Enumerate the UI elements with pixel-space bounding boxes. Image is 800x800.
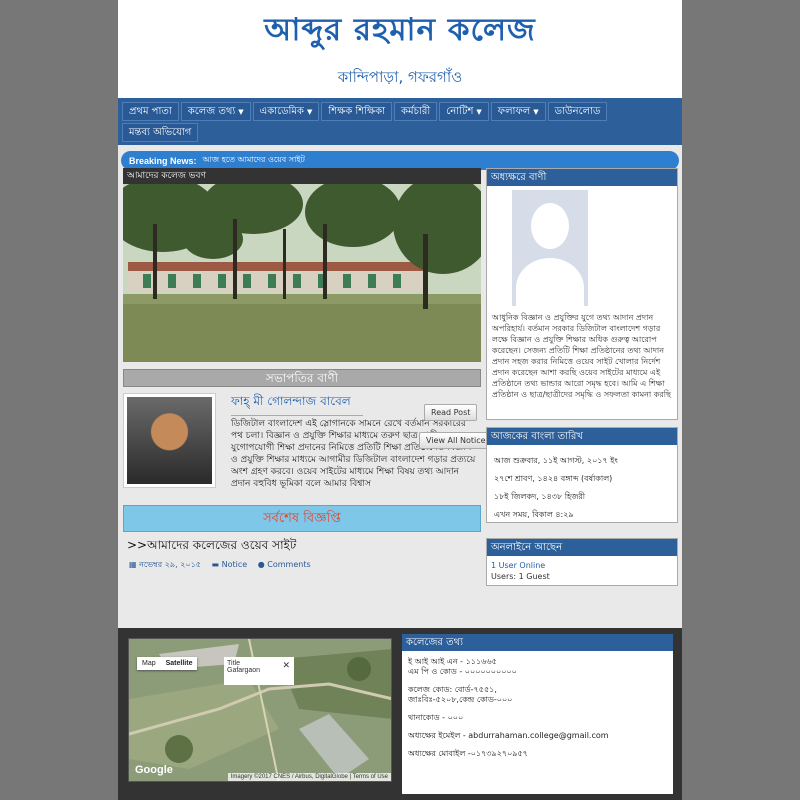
- info-line: ই আই আই এন - ১১১৬৬৫ এম পি ও কোড - ০০০০০০…: [408, 657, 517, 676]
- view-all-notice-button[interactable]: View All Notice: [419, 432, 493, 449]
- info-line: অধ্যক্ষের মোবাইল -০১৭৩৯২৭০৯৫৭: [408, 749, 528, 758]
- notice-category-link[interactable]: Notice: [222, 560, 248, 569]
- site-header: আব্দুর রহমান কলেজ কান্দিপাড়া, গফরগাঁও: [118, 0, 682, 98]
- close-icon[interactable]: ✕: [282, 660, 290, 671]
- date-line: আজ শুক্রবার, ১১ই আগস্ট, ২০১৭ ইং: [494, 456, 618, 465]
- president-text: ডিজিটাল বাংলাদেশ এই স্লোগানকে সামনে রেখে…: [231, 419, 476, 489]
- nav-item[interactable]: ডাউনলোড: [547, 102, 608, 121]
- nav-item-label: প্রথম পাতা: [129, 106, 172, 117]
- nav-item[interactable]: শিক্ষক শিক্ষিকা: [321, 102, 393, 121]
- sidebar: অধ্যক্ষরে বাণী আধুনিক বিজ্ঞান ও প্রযুক্ত…: [486, 168, 678, 586]
- breaking-news-text[interactable]: আজ হতে আমাদের ওয়েব সাইট: [202, 154, 305, 167]
- online-count: 1 User Online: [491, 561, 546, 570]
- nav-item-label: কর্মচারী: [401, 106, 431, 117]
- popup-title: Title: [227, 660, 240, 667]
- notice-date: নভেম্বর ২৯, ২০১৫: [139, 560, 201, 569]
- college-building-photo: [123, 184, 481, 362]
- notice-title-link[interactable]: >>আমাদের কলেজের ওয়েব সাইট: [123, 537, 481, 557]
- calendar-icon: ▦: [129, 560, 140, 569]
- satellite-tab[interactable]: Satellite: [161, 657, 198, 670]
- chevron-down-icon: ▼: [476, 108, 482, 116]
- date-line: ২৭শে শ্রাবণ, ১৪২৪ বঙ্গাব্দ (বর্ষাকাল): [494, 474, 613, 483]
- bangla-date-lines: আজ শুক্রবার, ১১ই আগস্ট, ২০১৭ ইং ২৭শে শ্র…: [487, 445, 677, 521]
- site-subtitle: কান্দিপাড়া, গফরগাঁও: [337, 68, 463, 86]
- date-line: এখন সময়, বিকাল ৪:২৯: [494, 510, 574, 519]
- chevron-down-icon: ▼: [306, 108, 313, 116]
- info-line: অধ্যক্ষের ইমেইল - abdurrahaman.college@g…: [408, 731, 609, 740]
- map-tab[interactable]: Map: [137, 657, 161, 670]
- date-line: ১৮ই জিলকদ, ১৪৩৮ হিজরী: [494, 492, 586, 501]
- online-heading: অনলাইনে আছেন: [487, 539, 677, 556]
- nav-item-label: একাডেমিক: [259, 106, 304, 117]
- nav-item[interactable]: নোটিশ ▼: [439, 102, 489, 121]
- nav-item-label: মন্তব্য অভিযোগ: [129, 127, 192, 138]
- nav-item-label: নোটিশ: [446, 106, 474, 117]
- info-line: থানাকোড - ০০০: [408, 713, 464, 722]
- nav-item[interactable]: একাডেমিক ▼: [252, 102, 320, 121]
- nav-item[interactable]: কলেজ তথ্য ▼: [180, 102, 251, 121]
- footer: Map Satellite Title Gafargaon ✕ Google I…: [118, 628, 682, 800]
- google-logo: Google: [135, 764, 173, 776]
- nav-item-label: শিক্ষক শিক্ষিকা: [328, 106, 386, 117]
- nav-item-label: ডাউনলোড: [554, 106, 601, 117]
- popup-subtitle: Gafargaon: [227, 667, 261, 674]
- nav-item[interactable]: প্রথম পাতা: [122, 102, 179, 121]
- president-heading: সভাপতির বাণী: [123, 369, 481, 387]
- nav-item-label: কলেজ তথ্য: [187, 106, 236, 117]
- college-info-box: কলেজের তথ্য ই আই আই এন - ১১১৬৬৫ এম পি ও …: [402, 634, 673, 794]
- chevron-down-icon: ▼: [238, 108, 244, 116]
- main-nav: প্রথম পাতা কলেজ তথ্য ▼ একাডেমিক ▼ শিক্ষক শিক্…: [118, 98, 682, 145]
- read-post-button[interactable]: Read Post: [424, 404, 478, 421]
- notice-comments-link[interactable]: Comments: [267, 560, 310, 569]
- president-photo: [123, 393, 216, 488]
- bangla-date-box: আজকের বাংলা তারিখ আজ শুক্রবার, ১১ই আগস্ট…: [486, 427, 678, 523]
- main-content: আমাদের কলেজ ভবণ সভাপতির বাণী: [123, 168, 481, 572]
- online-users: Users: 1 Guest: [491, 572, 550, 581]
- map-type-tabs: Map Satellite: [137, 657, 198, 670]
- photo-caption: আমাদের কলেজ ভবণ: [123, 168, 481, 184]
- nav-item[interactable]: কর্মচারী: [394, 102, 438, 121]
- notice-heading: সর্বশেষ বিজ্ঞপ্তি: [123, 505, 481, 532]
- page: আব্দুর রহমান কলেজ কান্দিপাড়া, গফরগাঁও প…: [118, 0, 682, 800]
- principal-text: আধুনিক বিজ্ঞান ও প্রযুক্তির যুগে তথ্য আদ…: [492, 313, 671, 399]
- folder-icon: ▬: [211, 560, 222, 569]
- breaking-news-label: Breaking News:: [129, 155, 197, 166]
- nav-item[interactable]: ফলাফল ▼: [490, 102, 546, 121]
- map-embed[interactable]: Map Satellite Title Gafargaon ✕ Google I…: [128, 638, 392, 782]
- bangla-date-heading: আজকের বাংলা তারিখ: [487, 428, 677, 445]
- nav-item-label: ফলাফল: [497, 106, 531, 117]
- college-info-heading: কলেজের তথ্য: [402, 634, 673, 651]
- map-attribution: Imagery ©2017 CNES / Airbus, DigitalGlob…: [227, 773, 391, 781]
- map-info-popup: Title Gafargaon ✕: [224, 657, 294, 685]
- principal-heading: অধ্যক্ষরে বাণী: [487, 169, 677, 186]
- online-box: অনলাইনে আছেন 1 User Online Users: 1 Gues…: [486, 538, 678, 586]
- principal-box: অধ্যক্ষরে বাণী আধুনিক বিজ্ঞান ও প্রযুক্ত…: [486, 168, 678, 420]
- comment-icon: ●: [257, 560, 268, 569]
- college-info-body: ই আই আই এন - ১১১৬৬৫ এম পি ও কোড - ০০০০০০…: [402, 651, 673, 759]
- info-line: কলেজ কোড: বোর্ড-৭৫৫১, জাঃবিঃ-৫২০৮,কেন্দ্…: [408, 685, 513, 704]
- site-title[interactable]: আব্দুর রহমান কলেজ: [118, 0, 682, 58]
- principal-avatar: [512, 190, 588, 306]
- notice-meta: ▦ নভেম্বর ২৯, ২০১৫ ▬ Notice ● Comments: [123, 559, 481, 572]
- chevron-down-icon: ▼: [533, 108, 539, 116]
- nav-item[interactable]: মন্তব্য অভিযোগ: [122, 123, 199, 142]
- president-name: ফাহ্‌ মী গোলন্দাজ বাবেল: [231, 393, 363, 416]
